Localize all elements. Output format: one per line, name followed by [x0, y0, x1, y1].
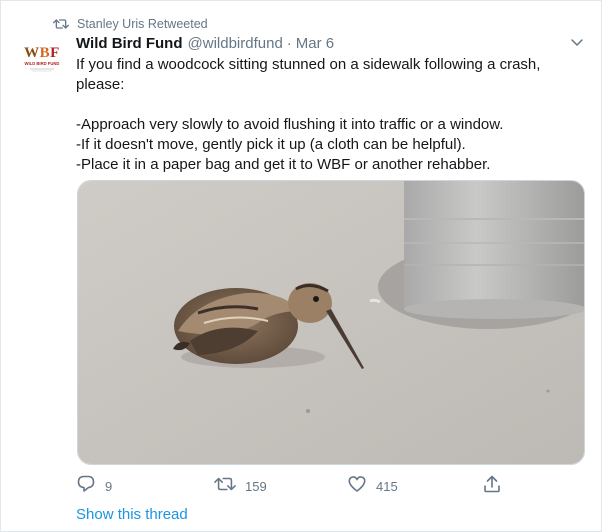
reply-icon	[76, 474, 96, 499]
reply-count: 9	[105, 478, 113, 494]
share-icon	[482, 474, 502, 499]
tweet-line: If you find a woodcock sitting stunned o…	[76, 56, 541, 73]
like-count: 415	[376, 478, 398, 494]
tweet-actions: 9 159 415	[76, 475, 506, 497]
retweet-icon	[214, 474, 236, 499]
svg-text:WBF: WBF	[24, 45, 60, 61]
share-button[interactable]	[482, 475, 502, 497]
chevron-down-icon	[570, 35, 584, 54]
tweet-photo[interactable]	[77, 180, 585, 465]
author-handle[interactable]: @wildbirdfund	[188, 35, 283, 52]
retweet-icon	[53, 17, 69, 31]
avatar[interactable]: WBF WILD BIRD FUND	[18, 38, 66, 86]
reply-button[interactable]: 9	[76, 475, 112, 497]
tweet-instruction: -Approach very slowly to avoid flushing …	[76, 116, 504, 133]
tweet-header: Wild Bird Fund @wildbirdfund · Mar 6	[76, 35, 334, 55]
retweet-button[interactable]: 159	[214, 475, 267, 497]
tweet-text: If you find a woodcock sitting stunned o…	[76, 55, 581, 175]
tweet-card[interactable]: Stanley Uris Retweeted WBF WILD BIRD FUN…	[0, 0, 602, 532]
tweet-instruction: -Place it in a paper bag and get it to W…	[76, 156, 491, 173]
like-button[interactable]: 415	[347, 475, 398, 497]
heart-icon	[347, 474, 367, 499]
tweet-instruction: -If it doesn't move, gently pick it up (…	[76, 136, 466, 153]
avatar-subtext: WILD BIRD FUND	[25, 61, 60, 66]
retweeted-by-text[interactable]: Stanley Uris Retweeted	[77, 17, 208, 31]
tweet-line: please:	[76, 76, 125, 93]
separator-dot: ·	[286, 35, 292, 52]
tweet-date[interactable]: Mar 6	[296, 35, 334, 52]
more-options-button[interactable]	[568, 35, 586, 53]
social-context: Stanley Uris Retweeted	[53, 15, 208, 33]
retweet-count: 159	[245, 478, 267, 494]
show-thread-link[interactable]: Show this thread	[76, 506, 188, 523]
author-name[interactable]: Wild Bird Fund	[76, 35, 183, 52]
